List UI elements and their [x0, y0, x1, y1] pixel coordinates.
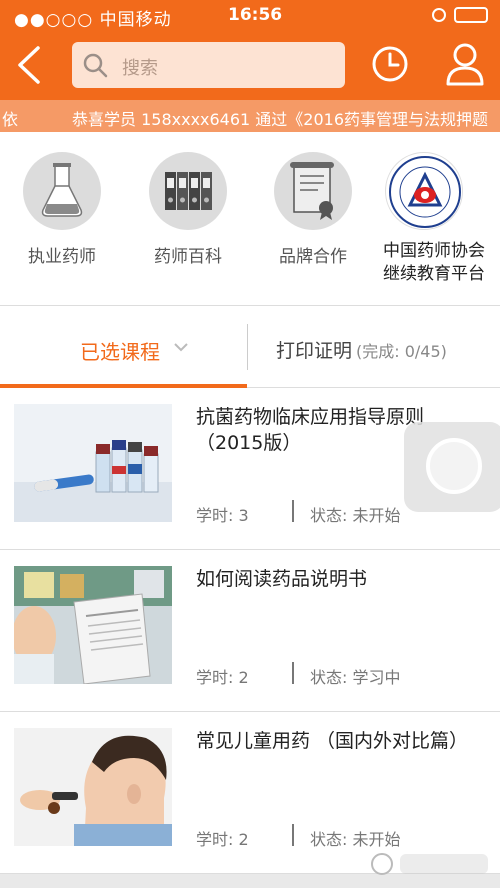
- ticker-message: 恭喜学员 158xxxx6461 通过《2016药事管理与法规押题: [72, 110, 489, 129]
- back-button[interactable]: [12, 44, 48, 86]
- category-label: 药师百科: [154, 247, 222, 267]
- divider: [292, 824, 294, 846]
- binders-icon: [149, 152, 227, 230]
- status-bar: ●●○○○ 中国移动 16:56: [0, 0, 500, 30]
- assistive-touch-button[interactable]: [404, 422, 500, 512]
- category-label: 中国药师协会 继续教育平台: [383, 240, 500, 286]
- profile-button[interactable]: [444, 42, 486, 86]
- status-icons: [432, 7, 488, 23]
- category-strip: 执业药师 药师百科 品牌合作 中国药师协会 继续教育平台: [0, 132, 500, 306]
- course-hours: 学时: 2: [196, 830, 249, 849]
- search-placeholder: 搜索: [122, 58, 158, 79]
- course-hours: 学时: 3: [196, 506, 249, 525]
- clock: 16:56: [228, 5, 283, 25]
- course-hours: 学时: 2: [196, 668, 249, 687]
- flask-icon: [23, 152, 101, 230]
- assistive-touch-icon: [426, 438, 482, 494]
- course-tabs: 已选课程 打印证明 (完成: 0/45): [0, 306, 500, 388]
- user-icon: [446, 43, 484, 86]
- course-thumbnail: [14, 404, 172, 522]
- category-label-line: 中国药师协会: [383, 241, 485, 261]
- divider: [292, 662, 294, 684]
- category-label: 执业药师: [28, 247, 96, 267]
- tab-divider: [247, 324, 248, 370]
- search-input[interactable]: 搜索: [72, 42, 345, 88]
- category-label-line: 继续教育平台: [383, 264, 485, 284]
- category-licensed-pharmacist[interactable]: 执业药师: [7, 152, 117, 267]
- history-button[interactable]: [370, 44, 410, 84]
- ticker-fragment: 依: [2, 110, 19, 129]
- chevron-left-icon: [18, 46, 40, 84]
- course-status: 状态: 学习中: [310, 668, 401, 687]
- clock-icon: [372, 46, 408, 82]
- category-brand-partnership[interactable]: 品牌合作: [258, 152, 368, 267]
- app-screen: ●●○○○ 中国移动 16:56 搜索 依 恭喜学员 158xxxx6461 通…: [0, 0, 500, 888]
- announcement-ticker[interactable]: 依 恭喜学员 158xxxx6461 通过《2016药事管理与法规押题: [0, 100, 500, 132]
- course-status: 状态: 未开始: [310, 506, 401, 525]
- divider: [292, 500, 294, 522]
- battery-icon: [454, 7, 488, 23]
- carrier-label: ●●○○○ 中国移动: [14, 10, 172, 30]
- tab-print-certificate[interactable]: 打印证明 (完成: 0/45): [276, 336, 447, 363]
- completion-progress: (完成: 0/45): [356, 342, 447, 361]
- course-title: 常见儿童用药 （国内外对比篇）: [196, 730, 469, 752]
- tab-label: 已选课程: [80, 340, 160, 364]
- baidu-jingyan-watermark: [371, 853, 488, 875]
- nav-bar: 搜索: [0, 30, 500, 100]
- course-title: 如何阅读药品说明书: [196, 568, 368, 590]
- course-item[interactable]: 如何阅读药品说明书 学时: 2 状态: 学习中: [0, 550, 500, 712]
- tab-selected-courses[interactable]: 已选课程: [0, 306, 247, 388]
- category-cpa-education-platform[interactable]: 中国药师协会 继续教育平台: [383, 152, 500, 286]
- cpa-logo-icon: [385, 152, 463, 230]
- search-icon: [83, 53, 108, 78]
- rotation-lock-icon: [432, 8, 446, 22]
- course-thumbnail: [14, 728, 172, 846]
- chevron-down-icon: [174, 343, 188, 352]
- course-thumbnail: [14, 566, 172, 684]
- category-label: 品牌合作: [279, 247, 347, 267]
- category-pharmacy-encyclopedia[interactable]: 药师百科: [133, 152, 243, 267]
- tab-label: 打印证明: [276, 340, 353, 362]
- certificate-scroll-icon: [274, 152, 352, 230]
